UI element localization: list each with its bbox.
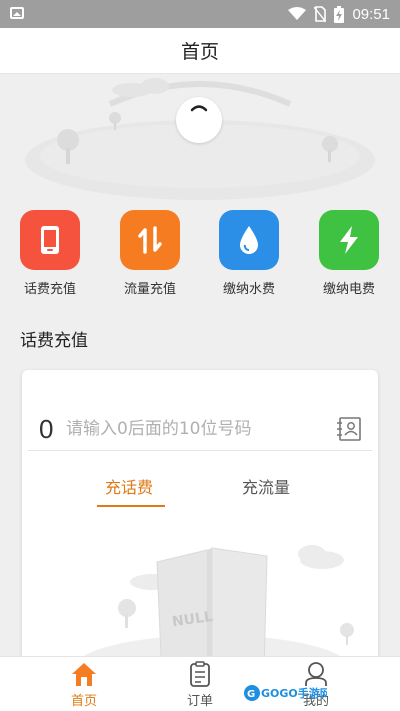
wifi-icon	[288, 7, 307, 20]
water-drop-icon	[219, 210, 279, 270]
home-icon	[72, 663, 96, 686]
phone-input-row: 0	[22, 408, 378, 452]
service-label: 流量充值	[123, 282, 176, 297]
service-data-recharge[interactable]: 流量充值	[110, 208, 190, 297]
tab-label: 首页	[70, 694, 97, 709]
avatar[interactable]	[176, 97, 222, 143]
service-label: 缴纳电费	[322, 282, 375, 297]
watermark-text: GOGO手游网	[261, 686, 327, 700]
no-sim-icon	[314, 6, 327, 22]
service-water-bill[interactable]: 缴纳水费	[209, 208, 289, 297]
transfer-arrows-icon	[120, 210, 180, 270]
contact-book-icon[interactable]	[336, 416, 362, 442]
tab-data[interactable]: 充流量	[242, 474, 290, 498]
phone-icon	[20, 210, 80, 270]
active-tab-indicator	[97, 505, 165, 507]
gallery-icon	[10, 7, 24, 19]
service-grid: 话费充值 流量充值 缴纳水费 缴纳电费	[0, 208, 400, 300]
service-label: 话费充值	[23, 282, 76, 297]
avatar-smile-icon	[190, 105, 208, 112]
tab-orders[interactable]: 订单	[160, 657, 240, 711]
phone-number-input[interactable]	[66, 412, 326, 446]
svg-text:G: G	[247, 689, 255, 700]
service-electric-bill[interactable]: 缴纳电费	[309, 208, 389, 297]
status-bar: 09:51	[0, 0, 400, 28]
page-title: 首页	[180, 41, 219, 63]
nav-bar: 首页	[0, 28, 400, 74]
service-phone-recharge[interactable]: 话费充值	[10, 208, 90, 297]
service-label: 缴纳水费	[222, 282, 275, 297]
divider	[28, 450, 372, 451]
recharge-card: 0 充话费 充流量 NULL	[22, 370, 378, 680]
section-title: 话费充值	[20, 331, 88, 351]
tab-label: 订单	[186, 694, 213, 709]
order-icon	[190, 661, 210, 687]
phone-prefix: 0	[39, 414, 54, 444]
watermark-logo: G GOGO手游网	[244, 685, 327, 701]
battery-charging-icon	[334, 5, 345, 23]
tab-phone-bill[interactable]: 充话费	[105, 474, 153, 498]
bottom-tab-bar: 首页 订单 我的	[0, 656, 400, 711]
tab-home[interactable]: 首页	[44, 657, 124, 711]
lightning-icon	[319, 210, 379, 270]
status-time: 09:51	[352, 5, 390, 23]
